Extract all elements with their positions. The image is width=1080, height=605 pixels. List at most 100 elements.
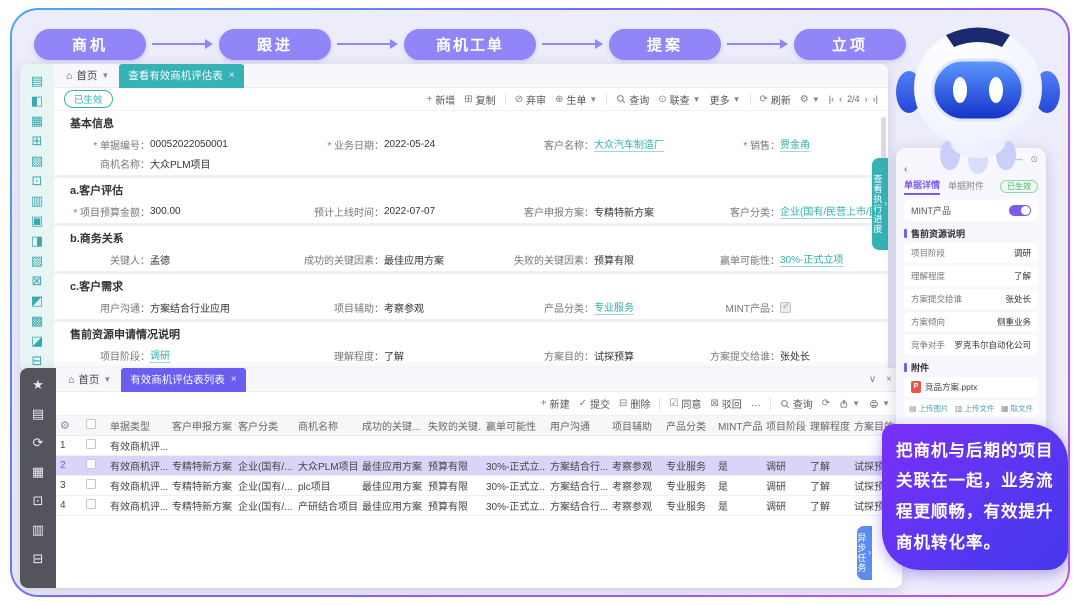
field-value-link[interactable]: 贾金甬 bbox=[780, 136, 810, 152]
printer-icon bbox=[869, 399, 879, 409]
module-icon[interactable]: ⊟ bbox=[32, 354, 43, 367]
panel-field: 竞争对手罗克韦尔自动化公司 bbox=[904, 335, 1038, 355]
module-icon[interactable]: ▩ bbox=[31, 314, 43, 327]
view-progress-side-tab[interactable]: › 查看执行进度 bbox=[872, 158, 888, 250]
copy-button[interactable]: ⊞复制 bbox=[464, 92, 495, 107]
star-icon[interactable]: ★ bbox=[32, 377, 44, 393]
export-button[interactable]: ▼ bbox=[839, 399, 860, 409]
tab-doc-attachments[interactable]: 单据附件 bbox=[948, 179, 984, 194]
active-document-tab[interactable]: 查看有效商机评估表 × bbox=[119, 64, 243, 88]
module-icon[interactable]: ⊡ bbox=[32, 174, 43, 187]
module-icon[interactable]: ▨ bbox=[31, 254, 43, 267]
settings-button[interactable]: ⚙▼ bbox=[800, 94, 820, 105]
robot-mascot bbox=[890, 12, 1068, 179]
module-icon[interactable]: ▧ bbox=[31, 154, 43, 167]
delete-button[interactable]: ⊟删除 bbox=[619, 396, 650, 411]
field-value: 00052022050001 bbox=[150, 139, 228, 150]
field-value-link[interactable]: 调研 bbox=[150, 347, 170, 363]
module-icon[interactable]: ▦ bbox=[31, 114, 43, 127]
row-checkbox[interactable] bbox=[86, 479, 96, 489]
module-icon[interactable]: ◪ bbox=[31, 334, 43, 347]
module-icon[interactable]: ⊞ bbox=[32, 134, 43, 147]
reject-button[interactable]: ⊠驳回 bbox=[710, 396, 741, 411]
page-indicator: 2/4 bbox=[847, 94, 860, 104]
module-icon[interactable]: ◧ bbox=[31, 94, 43, 107]
tab-doc-detail[interactable]: 单据详情 bbox=[904, 178, 940, 195]
callout-text: 把商机与后期的项目关联在一起，业务流程更顺畅，有效提升商机转化率。 bbox=[896, 436, 1054, 558]
row-checkbox[interactable] bbox=[86, 499, 96, 509]
field-label: 业务日期 bbox=[272, 137, 384, 152]
folder-icon[interactable]: ▤ bbox=[32, 406, 44, 422]
field-label: 项目阶段 bbox=[54, 348, 150, 363]
form-field: 项目阶段调研 bbox=[54, 347, 272, 363]
upload-file-button[interactable]: ▥上传文件 bbox=[955, 403, 995, 414]
async-tasks-side-tab[interactable]: › 异步任务 bbox=[857, 526, 872, 580]
linked-query-button[interactable]: ⊙联查▼ bbox=[658, 92, 700, 107]
print-button[interactable]: ▼ bbox=[869, 399, 890, 409]
module-icon[interactable]: ◨ bbox=[31, 234, 43, 247]
pick-file-button[interactable]: ▦取文件 bbox=[1001, 403, 1033, 414]
row-checkbox[interactable] bbox=[86, 459, 96, 469]
first-page-icon[interactable]: |‹ bbox=[829, 94, 834, 104]
form-field: 产品分类专业服务 bbox=[478, 299, 696, 315]
next-page-icon[interactable]: › bbox=[865, 94, 868, 104]
collapse-icon[interactable]: ∨ bbox=[869, 374, 876, 385]
money-bag-icon[interactable]: ⊡ bbox=[33, 493, 44, 509]
search-button[interactable]: 查询 bbox=[616, 92, 649, 107]
home-tab[interactable]: ⌂ 首页 ▼ bbox=[62, 68, 119, 83]
generate-order-button[interactable]: ⊕生单▼ bbox=[555, 92, 597, 107]
active-tab-label: 查看有效商机评估表 bbox=[128, 68, 223, 83]
field-value-link[interactable]: 大众汽车制造厂 bbox=[594, 136, 664, 152]
field-value: 张处长 bbox=[780, 348, 810, 363]
caret-down-icon[interactable]: ▼ bbox=[103, 375, 111, 384]
table-row[interactable]: 3 有效商机评...专精特新方案 企业(国有/...plc项目 最佳应用方案预算… bbox=[56, 476, 902, 496]
panel-attachment-file[interactable]: P 竞品方案.pptx bbox=[904, 377, 1038, 397]
section-customer-demand: c.客户需求 用户沟通方案结合行业应用 项目辅助考察参观 产品分类专业服务 MI… bbox=[54, 274, 888, 319]
module-icon[interactable]: ▣ bbox=[31, 214, 43, 227]
mint-product-checkbox[interactable] bbox=[780, 302, 791, 313]
upload-image-button[interactable]: ▤上传图片 bbox=[909, 403, 949, 414]
prev-page-icon[interactable]: ‹ bbox=[839, 94, 842, 104]
last-page-icon[interactable]: ›| bbox=[873, 94, 878, 104]
field-label: 方案目的 bbox=[478, 348, 594, 363]
field-value-link[interactable]: 企业(国有/民营上市/民营非上市 bbox=[780, 203, 880, 219]
caret-down-icon[interactable]: ▼ bbox=[101, 71, 109, 80]
search-button[interactable]: 查询 bbox=[780, 396, 813, 411]
new-button[interactable]: +新建 bbox=[541, 396, 570, 411]
panel-field: 方案倾向侧重业务 bbox=[904, 312, 1038, 332]
module-icon[interactable]: ▤ bbox=[31, 74, 43, 87]
wallet-icon[interactable]: ▦ bbox=[32, 464, 44, 480]
recycle-icon[interactable]: ⟳ bbox=[33, 435, 44, 451]
table-row[interactable]: 1 有效商机评... ▤⊕ bbox=[56, 436, 902, 456]
home-tab[interactable]: ⌂ 首页 ▼ bbox=[64, 372, 121, 387]
field-value: 孟德 bbox=[150, 252, 170, 267]
table-row-selected[interactable]: 2 有效商机评...专精特新方案 企业(国有/...大众PLM项目 最佳应用方案… bbox=[56, 456, 902, 476]
card-icon[interactable]: ▥ bbox=[32, 522, 44, 538]
column-settings-icon[interactable]: ⚙ bbox=[60, 420, 70, 432]
display-icon[interactable]: ⊟ bbox=[33, 551, 44, 567]
module-icon[interactable]: ◩ bbox=[31, 294, 43, 307]
section-title: 售前资源申请情况说明 bbox=[54, 322, 888, 345]
submit-button[interactable]: ✓提交 bbox=[579, 396, 610, 411]
table-row[interactable]: 4 有效商机评...专精特新方案 企业(国有/...产研结合项目 最佳应用方案预… bbox=[56, 496, 902, 516]
close-window-icon[interactable]: × bbox=[886, 374, 892, 385]
close-tab-icon[interactable]: × bbox=[229, 70, 235, 81]
refresh-button[interactable]: ⟳刷新 bbox=[760, 92, 791, 107]
module-sidebar: ▤ ◧ ▦ ⊞ ▧ ⊡ ▥ ▣ ◨ ▨ ⊠ ◩ ▩ ◪ ⊟ bbox=[20, 64, 54, 372]
module-icon[interactable]: ⊠ bbox=[32, 274, 43, 287]
refresh-icon[interactable]: ⟳ bbox=[822, 398, 830, 409]
discard-approval-button[interactable]: ⊘弃审 bbox=[515, 92, 546, 107]
row-checkbox[interactable] bbox=[86, 439, 96, 449]
field-value-link[interactable]: 30%-正式立项 bbox=[780, 251, 843, 267]
module-icon[interactable]: ▥ bbox=[31, 194, 43, 207]
active-list-tab[interactable]: 有效商机评估表列表 × bbox=[121, 368, 245, 392]
more-ellipsis[interactable]: … bbox=[751, 398, 761, 409]
more-button[interactable]: 更多▼ bbox=[710, 92, 741, 107]
agree-button[interactable]: ☑同意 bbox=[669, 396, 701, 411]
select-all-checkbox[interactable] bbox=[86, 419, 96, 429]
close-tab-icon[interactable]: × bbox=[231, 374, 237, 385]
mint-toggle[interactable] bbox=[1009, 205, 1031, 216]
add-button[interactable]: +新增 bbox=[426, 92, 455, 107]
field-value-link[interactable]: 专业服务 bbox=[594, 299, 634, 315]
field-value: 最佳应用方案 bbox=[384, 252, 444, 267]
